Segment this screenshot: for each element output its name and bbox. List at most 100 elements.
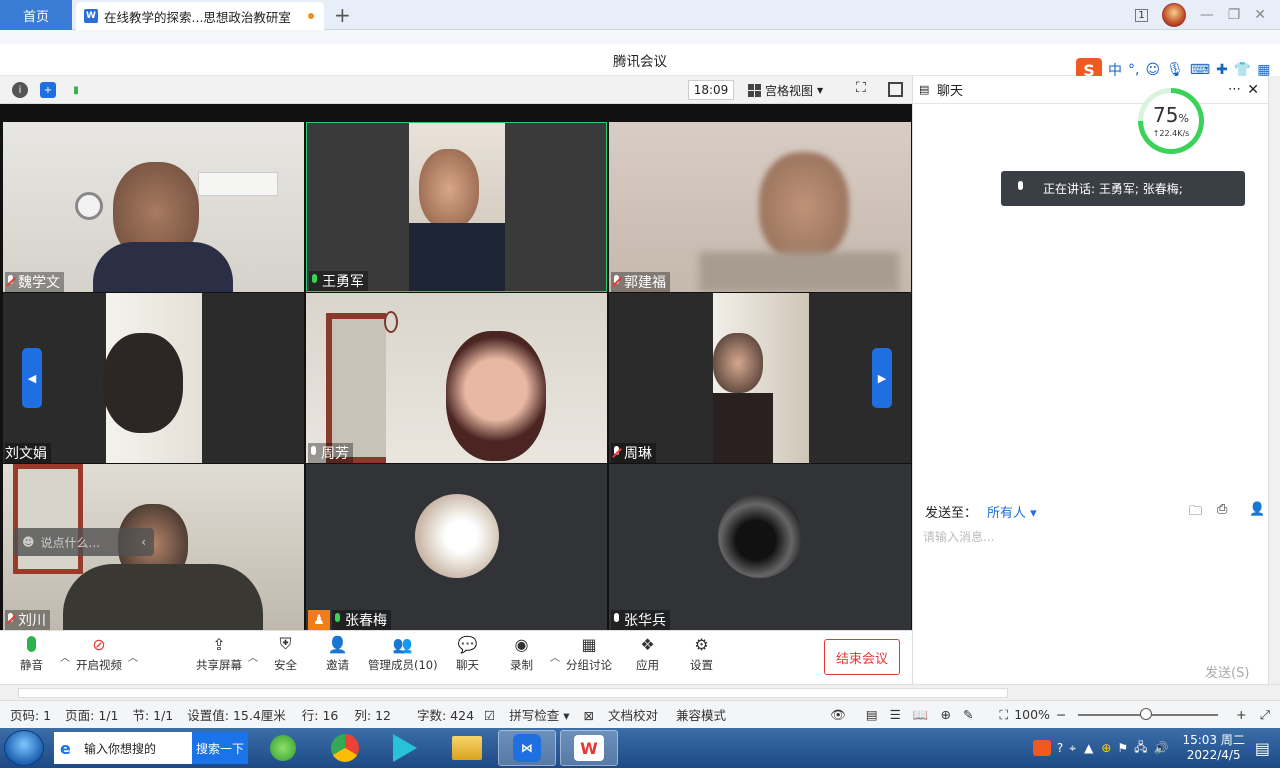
fullscreen-icon[interactable]: ⤢ (1260, 707, 1270, 723)
participant-face (713, 333, 763, 393)
video-tile[interactable]: 周琳 (609, 293, 911, 463)
manage-members-button[interactable]: 👥 管理成员(10) (368, 633, 438, 673)
show-hidden-icons[interactable]: ▲ (1084, 741, 1093, 755)
prev-page-button[interactable]: ◀ (22, 348, 42, 408)
share-options-chevron-icon[interactable]: ︿ (248, 649, 258, 664)
fullscreen-icon[interactable]: ⛶ (856, 80, 871, 96)
record-button[interactable]: ◉ 录制 (510, 633, 533, 673)
close-icon[interactable]: ✕ (1254, 7, 1266, 23)
taskbar-app-tencent-meeting[interactable]: ⋈ (498, 730, 556, 766)
outline-view-icon[interactable]: ☰ (890, 707, 901, 722)
info-icon[interactable]: i (12, 82, 28, 98)
fit-page-icon[interactable]: ⛶ (999, 707, 1008, 723)
video-tile[interactable]: 张华兵 (609, 464, 911, 630)
new-tab-button[interactable]: + (334, 3, 351, 27)
apps-button[interactable]: ❖ 应用 (636, 633, 659, 673)
video-tile[interactable]: 刘文娟 (3, 293, 304, 463)
volume-icon[interactable]: 🔊 (1154, 741, 1169, 755)
screenshot-icon[interactable]: ⎙ (1217, 502, 1227, 517)
breakout-icon: ▦ (581, 634, 597, 654)
horizontal-scrollbar[interactable] (0, 684, 1280, 700)
mic-icon (308, 446, 319, 460)
shield-icon[interactable]: + (40, 82, 56, 98)
user-avatar[interactable] (1161, 3, 1186, 27)
pen-icon[interactable]: ✎ (963, 707, 973, 722)
column-number: 列: 12 (354, 708, 391, 723)
spell-check-toggle[interactable]: ☑ 拼写检查 ▾ (484, 705, 569, 724)
video-tile[interactable]: ♟ 张春梅 (306, 464, 607, 630)
signal-icon[interactable]: ▮ (68, 82, 84, 98)
video-options-chevron-icon[interactable]: ︿ (128, 649, 138, 664)
home-tab[interactable]: 首页 (0, 0, 72, 30)
wps-icon: W (574, 735, 604, 761)
taskbar-app-360[interactable] (254, 730, 312, 766)
notification-icon[interactable]: ▤ (1255, 739, 1270, 758)
video-tile-active[interactable]: 王勇军 (306, 122, 607, 292)
add-user-icon: 👤 (327, 634, 348, 654)
help-icon[interactable]: ? (1057, 741, 1063, 755)
mute-button[interactable]: 静音 (20, 633, 43, 673)
side-panel-icon[interactable] (888, 82, 903, 97)
zoom-level[interactable]: 100% (1014, 707, 1050, 722)
participant-avatar (718, 494, 802, 578)
chevron-left-icon[interactable]: ‹ (141, 535, 146, 549)
search-button[interactable]: 搜索一下 (192, 732, 248, 764)
mic-active-icon (332, 613, 343, 627)
minimize-icon[interactable]: — (1200, 7, 1214, 23)
mute-options-chevron-icon[interactable]: ︿ (60, 649, 70, 664)
taskbar-app-chrome[interactable] (316, 730, 374, 766)
record-options-chevron-icon[interactable]: ︿ (550, 649, 560, 664)
start-button[interactable] (4, 730, 44, 766)
chat-message-input[interactable]: 请输入消息... (923, 528, 994, 545)
flag-icon[interactable]: ⚑ (1117, 741, 1128, 755)
security-button[interactable]: ⛨ 安全 (274, 633, 297, 673)
compat-mode: 兼容模式 (675, 708, 726, 723)
invite-button[interactable]: 👤 邀请 (326, 633, 349, 673)
taskbar-app-player[interactable] (376, 730, 434, 766)
end-meeting-button[interactable]: 结束会议 (824, 639, 900, 675)
send-to-select[interactable]: 所有人 ▾ (987, 502, 1037, 521)
start-video-button[interactable]: ⊘ 开启视频 (76, 633, 122, 673)
scrollbar-thumb[interactable] (18, 688, 1008, 698)
proofread-toggle[interactable]: ⊠ 文档校对 (583, 705, 657, 724)
folder-icon[interactable]: 🗀 (1189, 502, 1202, 524)
restore-icon[interactable]: ❐ (1228, 7, 1241, 23)
send-to-row: 发送至： 所有人 ▾ (925, 502, 1037, 521)
video-tile[interactable]: 魏学文 (3, 122, 304, 292)
video-tile[interactable]: 周芳 (306, 293, 607, 463)
chat-button[interactable]: 💬 聊天 (456, 633, 479, 673)
settings-button[interactable]: ⚙ 设置 (690, 633, 713, 673)
participant-face (759, 152, 849, 262)
word-count[interactable]: 字数: 424 (417, 705, 474, 724)
send-button[interactable]: 发送(S) (1205, 662, 1249, 681)
page-view-icon[interactable]: ▤ (866, 707, 878, 722)
user-settings-icon[interactable]: 👤 (1249, 502, 1265, 517)
web-view-icon[interactable]: ⊕ (940, 707, 950, 722)
eye-icon[interactable]: 👁 (830, 707, 846, 723)
video-tile[interactable]: 郭建福 (609, 122, 911, 292)
clock[interactable]: 15:03 周二 2022/4/5 (1182, 733, 1244, 763)
next-page-button[interactable]: ▶ (872, 348, 892, 408)
scrollbar[interactable] (1268, 76, 1280, 684)
share-screen-button[interactable]: ⇪ 共享屏幕 (196, 633, 242, 673)
taskbar-app-explorer[interactable] (438, 730, 496, 766)
read-view-icon[interactable]: 📖 (913, 707, 929, 723)
floating-chat-input[interactable]: ☻ 说点什么... ‹ (14, 528, 154, 556)
network-icon[interactable]: 🖧 (1134, 738, 1147, 759)
shield-tray-icon[interactable]: ⊕ (1101, 741, 1111, 755)
wps-tab-bar: 首页 W 在线教学的探索...思想政治教研室 + 1 — ❐ ✕ (0, 0, 1280, 30)
taskbar-app-wps[interactable]: W (560, 730, 618, 766)
zoom-slider-handle[interactable] (1140, 708, 1152, 720)
more-icon[interactable]: ⋯ (1228, 82, 1241, 97)
taskbar-search[interactable]: e 输入你想搜的 搜索一下 (54, 732, 248, 764)
zoom-in-icon[interactable]: + (1236, 707, 1246, 722)
sogou-tray-icon[interactable] (1032, 740, 1051, 756)
document-tab[interactable]: W 在线教学的探索...思想政治教研室 (76, 2, 324, 30)
zoom-out-icon[interactable]: − (1056, 707, 1066, 722)
search-input[interactable]: 输入你想搜的 (84, 740, 192, 757)
network-tray-icon[interactable]: ⌖ (1069, 741, 1076, 756)
breakout-button[interactable]: ▦ 分组讨论 (566, 633, 612, 673)
view-mode-button[interactable]: 宫格视图 ▼ (748, 80, 842, 100)
window-count-badge[interactable]: 1 (1135, 8, 1148, 22)
close-icon[interactable]: ✕ (1247, 82, 1259, 98)
